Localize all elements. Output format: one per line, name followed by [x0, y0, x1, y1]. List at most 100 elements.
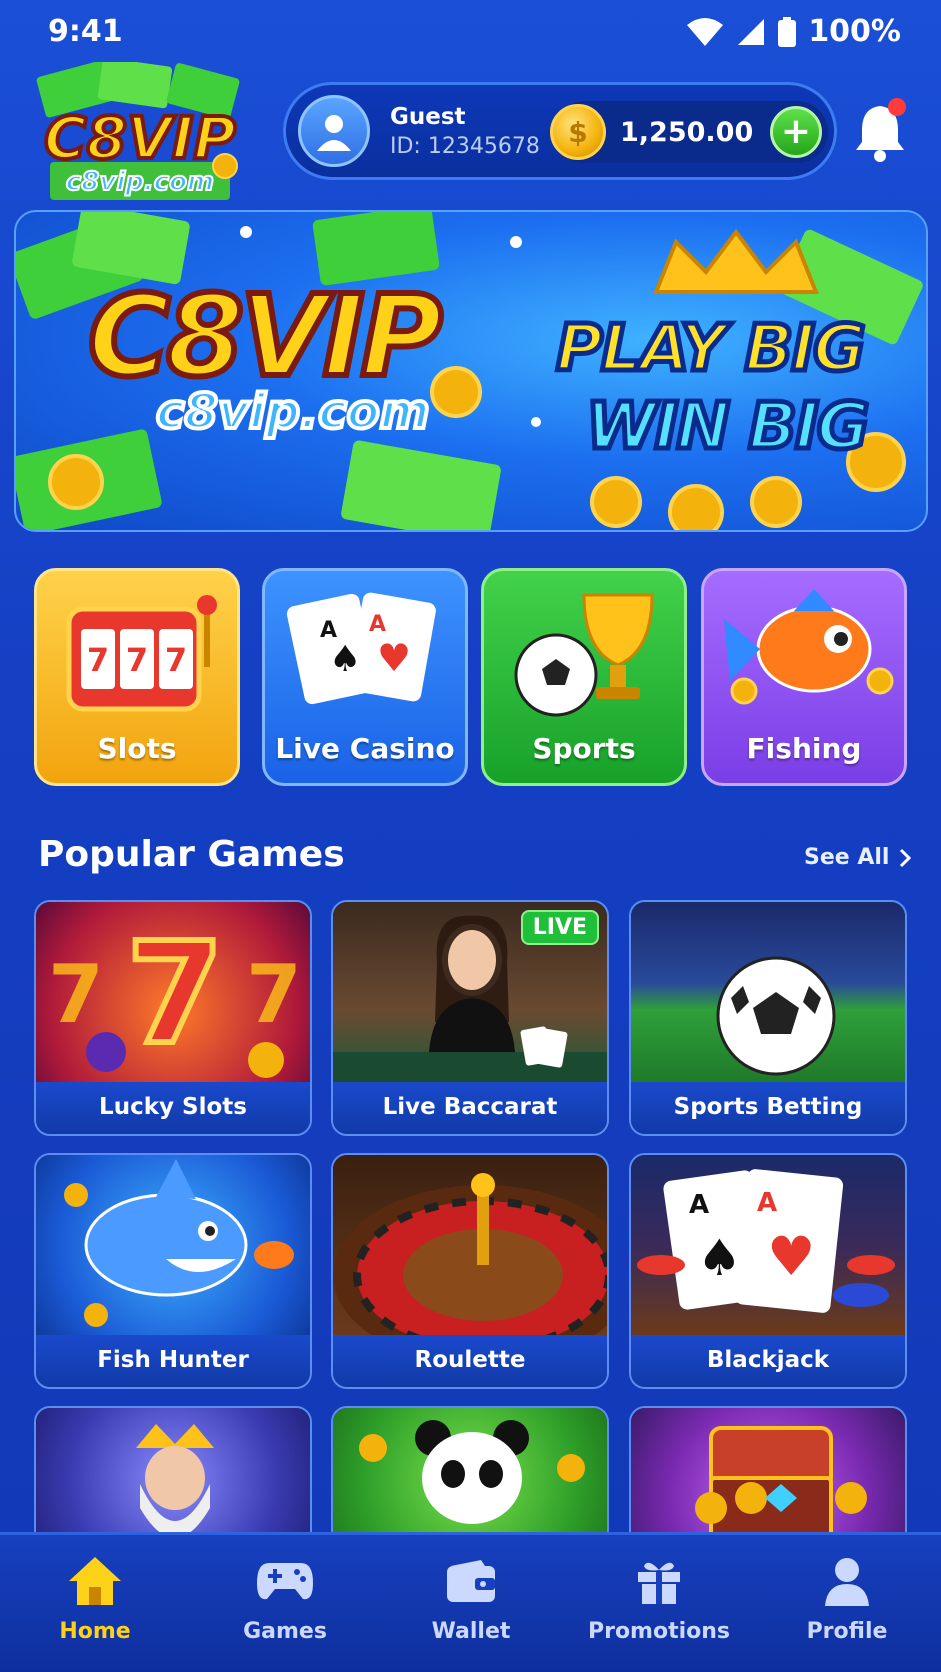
logo-domain: c8vip.com [66, 167, 214, 197]
game-card-blackjack[interactable]: A ♠ A ♥ Blackjack [629, 1153, 907, 1389]
game-card-panda[interactable] [331, 1406, 609, 1546]
nav-promotions[interactable]: Promotions [579, 1553, 739, 1644]
category-slots[interactable]: 7 7 7 Slots [34, 568, 240, 786]
panda-image [359, 1420, 585, 1524]
wifi-icon [687, 17, 724, 46]
avatar[interactable] [298, 95, 370, 167]
coin-icon: $ [550, 104, 606, 160]
nav-home[interactable]: Home [15, 1553, 175, 1644]
svg-text:7: 7 [165, 641, 187, 679]
signal-icon [738, 18, 765, 45]
nav-label: Home [59, 1619, 131, 1644]
gamepad-icon [205, 1553, 365, 1609]
category-live-casino[interactable]: A ♠ A ♥ Live Casino [262, 568, 468, 786]
svg-text:7: 7 [87, 641, 109, 679]
game-label: Roulette [333, 1335, 607, 1387]
nav-label: Games [243, 1619, 327, 1644]
svg-text:♥: ♥ [767, 1225, 815, 1288]
svg-text:A: A [369, 612, 386, 637]
category-fishing[interactable]: Fishing [701, 568, 907, 786]
see-all-label: See All [804, 845, 890, 870]
game-label: Fish Hunter [36, 1335, 310, 1387]
see-all-link[interactable]: See All [804, 845, 912, 870]
banner-tagline-1: PLAY BIG [554, 310, 869, 389]
category-sports[interactable]: Sports [481, 568, 687, 786]
home-icon [15, 1553, 175, 1609]
svg-text:A: A [757, 1188, 777, 1218]
game-card-roulette[interactable]: Roulette [331, 1153, 609, 1389]
live-badge: LIVE [520, 910, 599, 945]
game-thumbnail [631, 902, 905, 1082]
game-thumbnail [333, 1408, 607, 1544]
roulette-wheel-image [333, 1173, 607, 1335]
banner-brand: C8VIP [85, 269, 446, 405]
user-info: Guest ID: 12345678 [390, 104, 540, 159]
user-account-bar[interactable]: Guest ID: 12345678 $ 1,250.00 + [283, 82, 837, 180]
zeus-image [136, 1424, 214, 1538]
treasure-chest-image [695, 1426, 867, 1540]
battery-percent: 100% [808, 14, 901, 49]
svg-text:7: 7 [126, 913, 223, 1076]
game-label: Lucky Slots [36, 1082, 310, 1134]
game-card-fish-hunter[interactable]: Fish Hunter [34, 1153, 312, 1389]
shark-image [64, 1159, 294, 1327]
game-label: Blackjack [631, 1335, 905, 1387]
battery-icon [778, 16, 797, 47]
chevron-right-icon [900, 848, 912, 867]
game-thumbnail [333, 1155, 607, 1335]
svg-text:A: A [689, 1190, 709, 1220]
svg-text:♠: ♠ [697, 1229, 742, 1287]
blackjack-cards-image: A ♠ A ♥ [637, 1169, 895, 1313]
user-name: Guest [390, 103, 466, 130]
slot-machine-icon: 7 7 7 [66, 595, 217, 712]
add-funds-button[interactable]: + [770, 106, 822, 158]
svg-text:7: 7 [126, 641, 148, 679]
notification-button[interactable] [852, 98, 908, 164]
promo-banner[interactable]: C8VIP c8vip.com PLAY BIG WIN BIG [14, 210, 928, 532]
category-label: Fishing [746, 732, 862, 765]
game-card-lucky-slots[interactable]: 7 7 7 Lucky Slots [34, 900, 312, 1136]
soccer-ball-image [716, 956, 836, 1076]
fish-icon [724, 589, 894, 705]
notification-dot [888, 98, 906, 116]
nav-profile[interactable]: Profile [767, 1553, 927, 1644]
category-tabs: 7 7 7 Slots A ♠ A ♥ Live Casino Sports F… [0, 560, 941, 790]
app-logo[interactable]: C8VIP c8vip.com [30, 57, 250, 212]
nav-label: Wallet [431, 1619, 511, 1644]
status-time: 9:41 [48, 14, 123, 49]
game-label: Sports Betting [631, 1082, 905, 1134]
game-card-live-baccarat[interactable]: LIVE Live Baccarat [331, 900, 609, 1136]
category-label: Live Casino [275, 732, 455, 765]
nav-label: Profile [806, 1619, 888, 1644]
banner-domain: c8vip.com [154, 382, 432, 442]
gift-icon [579, 1553, 739, 1609]
trophy-ball-icon [514, 593, 654, 717]
user-id: ID: 12345678 [390, 133, 540, 159]
game-label: Live Baccarat [333, 1082, 607, 1134]
logo-graphic: C8VIP c8vip.com [36, 57, 240, 200]
svg-text:♥: ♥ [377, 636, 411, 680]
game-thumbnail: 7 7 7 [36, 902, 310, 1082]
game-thumbnail [36, 1408, 310, 1544]
user-icon [317, 115, 351, 151]
game-card-sports-betting[interactable]: Sports Betting [629, 900, 907, 1136]
header: C8VIP c8vip.com Guest ID: 12345678 $ 1,2… [0, 57, 941, 204]
status-indicators: 100% [686, 14, 901, 49]
wallet-icon [391, 1553, 551, 1609]
section-title: Popular Games [38, 834, 345, 875]
lucky-seven-image: 7 7 7 [48, 910, 302, 1079]
nav-wallet[interactable]: Wallet [391, 1553, 551, 1644]
game-thumbnail [36, 1155, 310, 1335]
game-card-zeus[interactable] [34, 1406, 312, 1546]
balance-value: 1,250.00 [620, 116, 754, 148]
game-thumbnail [631, 1408, 905, 1544]
cards-icon: A ♠ A ♥ [286, 592, 436, 705]
bottom-navigation: Home Games Wallet Promotions Profile [0, 1532, 941, 1672]
game-card-treasure[interactable] [629, 1406, 907, 1546]
svg-text:7: 7 [48, 948, 104, 1041]
nav-games[interactable]: Games [205, 1553, 365, 1644]
nav-label: Promotions [587, 1619, 731, 1644]
logo-text: C8VIP [44, 104, 236, 172]
game-thumbnail: LIVE [333, 902, 607, 1082]
balance-display: $ 1,250.00 + [550, 101, 828, 163]
